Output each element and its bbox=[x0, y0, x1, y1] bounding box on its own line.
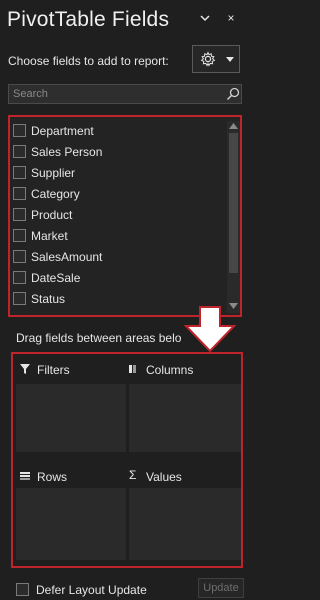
field-checkbox[interactable] bbox=[13, 250, 26, 263]
field-checkbox[interactable] bbox=[13, 124, 26, 137]
search-icon[interactable] bbox=[226, 87, 240, 101]
chevron-down-icon[interactable] bbox=[200, 14, 210, 22]
defer-layout-update[interactable]: Defer Layout Update bbox=[16, 582, 176, 598]
scroll-up-icon[interactable] bbox=[229, 123, 238, 129]
choose-fields-label: Choose fields to add to report: bbox=[8, 54, 169, 68]
field-label: DateSale bbox=[31, 271, 81, 285]
pane-title: PivotTable Fields bbox=[7, 8, 170, 31]
settings-button[interactable] bbox=[192, 45, 240, 73]
filters-area-header: Filters bbox=[20, 363, 120, 377]
sigma-icon: Σ bbox=[129, 468, 137, 482]
rows-area-header: Rows bbox=[20, 470, 120, 484]
field-label: SalesAmount bbox=[31, 250, 103, 264]
search-box[interactable] bbox=[8, 84, 242, 104]
field-label: Supplier bbox=[31, 166, 76, 180]
field-checkbox[interactable] bbox=[13, 187, 26, 200]
values-label: Values bbox=[146, 470, 182, 484]
update-button[interactable]: Update bbox=[198, 578, 244, 598]
field-label: Sales Person bbox=[31, 145, 103, 159]
columns-area-header: Columns bbox=[129, 363, 239, 377]
field-list: Department Sales Person Supplier Categor… bbox=[8, 115, 242, 317]
field-label: Category bbox=[31, 187, 80, 201]
chevron-down-icon bbox=[226, 57, 234, 62]
field-label: Market bbox=[31, 229, 68, 243]
gear-icon bbox=[200, 51, 216, 67]
search-input[interactable] bbox=[9, 85, 219, 103]
drag-fields-label: Drag fields between areas belo bbox=[16, 331, 182, 345]
columns-drop-zone[interactable] bbox=[129, 384, 241, 452]
filter-icon bbox=[20, 364, 30, 374]
filters-drop-zone[interactable] bbox=[16, 384, 126, 452]
columns-icon bbox=[129, 365, 136, 373]
rows-label: Rows bbox=[37, 470, 68, 484]
field-checkbox[interactable] bbox=[13, 145, 26, 158]
field-item-category[interactable]: Category bbox=[10, 184, 225, 204]
pivot-fields-pane: PivotTable Fields × Choose fields to add… bbox=[0, 0, 245, 600]
filters-label: Filters bbox=[37, 363, 70, 377]
field-item-salesamount[interactable]: SalesAmount bbox=[10, 247, 225, 267]
field-label: Product bbox=[31, 208, 73, 222]
areas-section: Filters Columns Rows Σ Values bbox=[11, 352, 243, 568]
field-list-scrollbar[interactable] bbox=[227, 121, 240, 313]
field-item-sales-person[interactable]: Sales Person bbox=[10, 142, 225, 162]
scrollbar-thumb[interactable] bbox=[229, 133, 238, 273]
defer-checkbox[interactable] bbox=[16, 583, 29, 596]
field-checkbox[interactable] bbox=[13, 166, 26, 179]
columns-label: Columns bbox=[146, 363, 194, 377]
rows-drop-zone[interactable] bbox=[16, 488, 126, 560]
field-checkbox[interactable] bbox=[13, 271, 26, 284]
field-checkbox[interactable] bbox=[13, 208, 26, 221]
rows-icon bbox=[20, 472, 30, 480]
close-button[interactable]: × bbox=[225, 12, 237, 24]
arrow-down-icon bbox=[184, 306, 236, 352]
field-item-department[interactable]: Department bbox=[10, 121, 225, 141]
field-label: Department bbox=[31, 124, 94, 138]
field-item-market[interactable]: Market bbox=[10, 226, 225, 246]
values-drop-zone[interactable] bbox=[129, 488, 241, 560]
field-item-datesale[interactable]: DateSale bbox=[10, 268, 225, 288]
field-label: Status bbox=[31, 292, 66, 306]
values-area-header: Σ Values bbox=[129, 468, 239, 484]
field-checkbox[interactable] bbox=[13, 229, 26, 242]
defer-label: Defer Layout Update bbox=[36, 583, 147, 597]
field-item-product[interactable]: Product bbox=[10, 205, 225, 225]
field-checkbox[interactable] bbox=[13, 292, 26, 305]
field-item-supplier[interactable]: Supplier bbox=[10, 163, 225, 183]
